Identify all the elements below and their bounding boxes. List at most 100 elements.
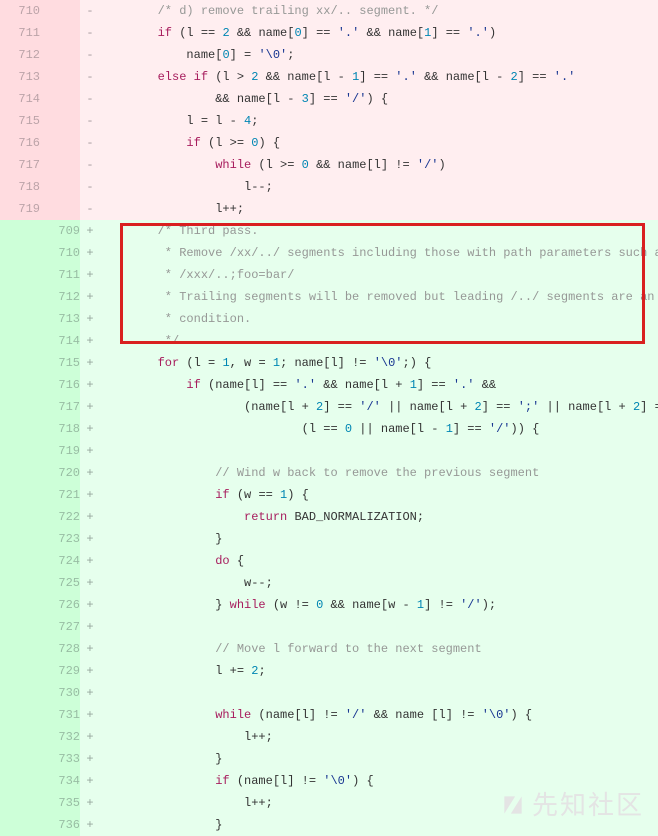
line-number-new[interactable]: 709 <box>40 220 80 242</box>
line-number-new[interactable]: 724 <box>40 550 80 572</box>
code-cell: // Wind w back to remove the previous se… <box>100 462 658 484</box>
diff-row: 710- /* d) remove trailing xx/.. segment… <box>0 0 658 22</box>
line-number-new[interactable]: 716 <box>40 374 80 396</box>
diff-row: 730+ <box>0 682 658 704</box>
line-number-new[interactable] <box>40 176 80 198</box>
diff-row: 727+ <box>0 616 658 638</box>
line-number-new[interactable]: 718 <box>40 418 80 440</box>
diff-sign: + <box>80 770 100 792</box>
diff-sign: - <box>80 198 100 220</box>
line-number-new[interactable] <box>40 88 80 110</box>
line-number-new[interactable] <box>40 22 80 44</box>
code-cell: /* d) remove trailing xx/.. segment. */ <box>100 0 658 22</box>
line-number-old[interactable]: 718 <box>0 176 40 198</box>
line-number-new[interactable]: 717 <box>40 396 80 418</box>
line-number-old[interactable]: 717 <box>0 154 40 176</box>
line-number-old[interactable] <box>0 726 40 748</box>
line-number-new[interactable]: 722 <box>40 506 80 528</box>
code-cell: if (l == 2 && name[0] == '.' && name[1] … <box>100 22 658 44</box>
line-number-old[interactable] <box>0 660 40 682</box>
line-number-old[interactable] <box>0 352 40 374</box>
line-number-old[interactable]: 711 <box>0 22 40 44</box>
line-number-old[interactable] <box>0 704 40 726</box>
line-number-new[interactable]: 719 <box>40 440 80 462</box>
line-number-new[interactable] <box>40 44 80 66</box>
diff-row: 718- l--; <box>0 176 658 198</box>
line-number-new[interactable] <box>40 110 80 132</box>
diff-row: 717- while (l >= 0 && name[l] != '/') <box>0 154 658 176</box>
line-number-new[interactable]: 715 <box>40 352 80 374</box>
diff-sign: - <box>80 154 100 176</box>
line-number-new[interactable] <box>40 132 80 154</box>
line-number-new[interactable] <box>40 154 80 176</box>
line-number-new[interactable]: 720 <box>40 462 80 484</box>
line-number-old[interactable] <box>0 770 40 792</box>
line-number-old[interactable] <box>0 440 40 462</box>
line-number-new[interactable]: 727 <box>40 616 80 638</box>
diff-row: 735+ l++; <box>0 792 658 814</box>
code-cell: else if (l > 2 && name[l - 1] == '.' && … <box>100 66 658 88</box>
line-number-old[interactable]: 710 <box>0 0 40 22</box>
line-number-new[interactable]: 729 <box>40 660 80 682</box>
line-number-old[interactable] <box>0 814 40 836</box>
line-number-old[interactable]: 712 <box>0 44 40 66</box>
diff-row: 714- && name[l - 3] == '/') { <box>0 88 658 110</box>
code-cell: name[0] = '\0'; <box>100 44 658 66</box>
line-number-old[interactable]: 716 <box>0 132 40 154</box>
line-number-new[interactable]: 735 <box>40 792 80 814</box>
line-number-new[interactable]: 736 <box>40 814 80 836</box>
line-number-new[interactable] <box>40 0 80 22</box>
diff-row: 711+ * /xxx/..;foo=bar/ <box>0 264 658 286</box>
line-number-new[interactable]: 734 <box>40 770 80 792</box>
diff-row: 713+ * condition. <box>0 308 658 330</box>
line-number-new[interactable]: 730 <box>40 682 80 704</box>
line-number-old[interactable]: 714 <box>0 88 40 110</box>
line-number-old[interactable] <box>0 594 40 616</box>
line-number-old[interactable]: 719 <box>0 198 40 220</box>
line-number-old[interactable] <box>0 550 40 572</box>
line-number-new[interactable]: 721 <box>40 484 80 506</box>
line-number-old[interactable] <box>0 242 40 264</box>
line-number-old[interactable] <box>0 616 40 638</box>
line-number-old[interactable] <box>0 572 40 594</box>
line-number-old[interactable] <box>0 374 40 396</box>
line-number-new[interactable]: 732 <box>40 726 80 748</box>
line-number-new[interactable]: 725 <box>40 572 80 594</box>
line-number-new[interactable]: 711 <box>40 264 80 286</box>
line-number-old[interactable] <box>0 748 40 770</box>
diff-sign: + <box>80 374 100 396</box>
line-number-new[interactable]: 726 <box>40 594 80 616</box>
line-number-old[interactable] <box>0 308 40 330</box>
line-number-new[interactable]: 713 <box>40 308 80 330</box>
line-number-old[interactable] <box>0 682 40 704</box>
line-number-old[interactable] <box>0 264 40 286</box>
diff-row: 719- l++; <box>0 198 658 220</box>
line-number-old[interactable] <box>0 484 40 506</box>
line-number-new[interactable]: 723 <box>40 528 80 550</box>
line-number-new[interactable]: 712 <box>40 286 80 308</box>
code-cell: } while (w != 0 && name[w - 1] != '/'); <box>100 594 658 616</box>
line-number-old[interactable] <box>0 286 40 308</box>
line-number-new[interactable]: 714 <box>40 330 80 352</box>
code-cell <box>100 440 658 462</box>
line-number-new[interactable]: 733 <box>40 748 80 770</box>
line-number-new[interactable] <box>40 66 80 88</box>
line-number-old[interactable] <box>0 528 40 550</box>
diff-row: 715+ for (l = 1, w = 1; name[l] != '\0';… <box>0 352 658 374</box>
line-number-new[interactable] <box>40 198 80 220</box>
line-number-old[interactable] <box>0 506 40 528</box>
line-number-old[interactable] <box>0 462 40 484</box>
line-number-old[interactable]: 713 <box>0 66 40 88</box>
line-number-old[interactable]: 715 <box>0 110 40 132</box>
line-number-new[interactable]: 728 <box>40 638 80 660</box>
line-number-old[interactable] <box>0 418 40 440</box>
code-cell: * Trailing segments will be removed but … <box>100 286 658 308</box>
code-cell: l--; <box>100 176 658 198</box>
line-number-old[interactable] <box>0 330 40 352</box>
line-number-new[interactable]: 731 <box>40 704 80 726</box>
line-number-old[interactable] <box>0 792 40 814</box>
line-number-old[interactable] <box>0 220 40 242</box>
line-number-new[interactable]: 710 <box>40 242 80 264</box>
line-number-old[interactable] <box>0 396 40 418</box>
line-number-old[interactable] <box>0 638 40 660</box>
